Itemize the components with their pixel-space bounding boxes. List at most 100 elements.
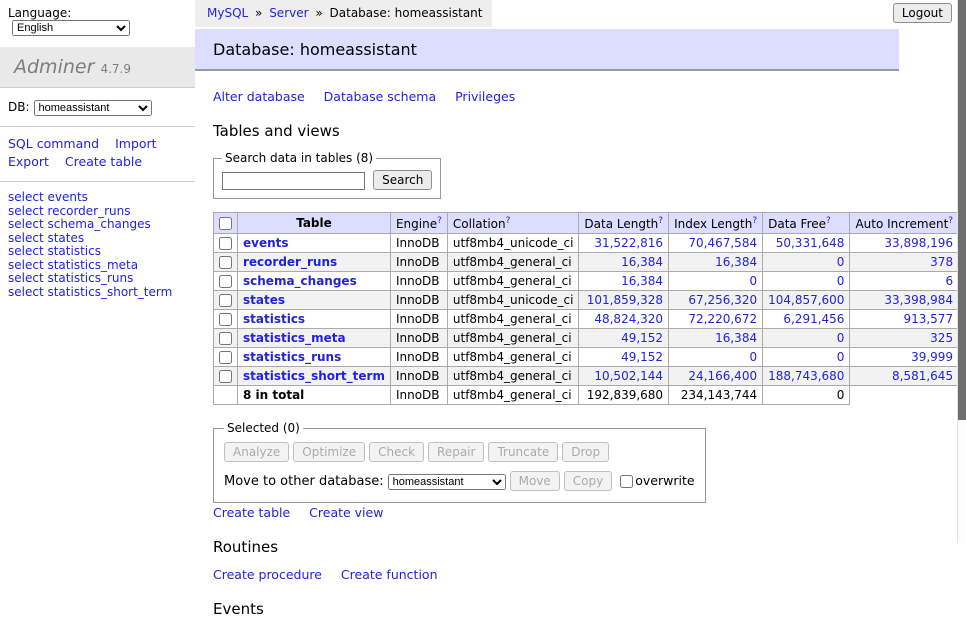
db-link-alter-database[interactable]: Alter database	[213, 89, 305, 104]
repair-button[interactable]: Repair	[428, 442, 484, 462]
value-link[interactable]: 31,522,816	[594, 236, 663, 250]
logout-button[interactable]: Logout	[893, 3, 952, 23]
value-link[interactable]: 378	[930, 255, 953, 269]
value-link[interactable]: 0	[749, 274, 757, 288]
analyze-button[interactable]: Analyze	[224, 442, 289, 462]
overwrite-label[interactable]: overwrite	[635, 473, 694, 488]
table-link-recorder_runs[interactable]: recorder_runs	[243, 255, 337, 269]
help-icon[interactable]: ?	[437, 216, 442, 226]
routine-link-create-procedure[interactable]: Create procedure	[213, 567, 322, 582]
sidebar-item-statistics-meta[interactable]: select statistics_meta	[8, 259, 187, 272]
value-link[interactable]: 101,859,328	[587, 293, 663, 307]
table-link-statistics_meta[interactable]: statistics_meta	[243, 331, 346, 345]
table-link-states[interactable]: states	[243, 293, 285, 307]
value-link[interactable]: 24,166,400	[688, 369, 757, 383]
copy-button[interactable]: Copy	[564, 471, 612, 491]
sidebar-item-statistics-short-term[interactable]: select statistics_short_term	[8, 286, 187, 299]
value-link[interactable]: 0	[837, 255, 845, 269]
help-icon[interactable]: ?	[752, 216, 757, 226]
sidebar-action-sql-command[interactable]: SQL command	[8, 136, 99, 151]
row-checkbox-states[interactable]	[219, 294, 232, 307]
create-link-create-view[interactable]: Create view	[309, 505, 383, 520]
value-link[interactable]: 0	[749, 350, 757, 364]
scrollbar-thumb[interactable]	[958, 0, 966, 420]
truncate-button[interactable]: Truncate	[488, 442, 558, 462]
sidebar-action-import[interactable]: Import	[115, 136, 157, 151]
value-link[interactable]: 16,384	[621, 255, 663, 269]
value-link[interactable]: 6	[945, 274, 953, 288]
move-button[interactable]: Move	[510, 471, 560, 491]
breadcrumb-item-1[interactable]: Server	[269, 6, 308, 20]
value-link[interactable]: 70,467,584	[688, 236, 757, 250]
sidebar-item-states[interactable]: select states	[8, 232, 187, 245]
value-link[interactable]: 16,384	[715, 255, 757, 269]
table-link-events[interactable]: events	[243, 236, 289, 250]
engine-cell: InnoDB	[390, 367, 447, 386]
select-all-checkbox[interactable]	[219, 217, 232, 230]
search-button[interactable]: Search	[373, 170, 432, 190]
value-link[interactable]: 67,256,320	[688, 293, 757, 307]
table-link-statistics_runs[interactable]: statistics_runs	[243, 350, 341, 364]
row-checkbox-statistics_meta[interactable]	[219, 332, 232, 345]
move-db-select[interactable]: homeassistant	[388, 474, 506, 490]
create-link-create-table[interactable]: Create table	[213, 505, 290, 520]
optimize-button[interactable]: Optimize	[293, 442, 365, 462]
sidebar-action-create-table[interactable]: Create table	[65, 154, 142, 169]
sidebar-item-statistics[interactable]: select statistics	[8, 245, 187, 258]
scrollbar[interactable]	[957, 0, 966, 543]
row-checkbox-events[interactable]	[219, 237, 232, 250]
sidebar-item-recorder-runs[interactable]: select recorder_runs	[8, 205, 187, 218]
value-link[interactable]: 8,581,645	[892, 369, 953, 383]
row-checkbox-recorder_runs[interactable]	[219, 256, 232, 269]
value-link[interactable]: 72,220,672	[688, 312, 757, 326]
value-link[interactable]: 188,743,680	[768, 369, 844, 383]
checkbox-cell	[214, 329, 238, 348]
help-icon[interactable]: ?	[658, 216, 663, 226]
table-link-statistics[interactable]: statistics	[243, 312, 305, 326]
overwrite-checkbox[interactable]	[620, 475, 633, 488]
routine-link-create-function[interactable]: Create function	[341, 567, 438, 582]
sidebar-action-export[interactable]: Export	[8, 154, 49, 169]
value-link[interactable]: 0	[837, 274, 845, 288]
sidebar-item-statistics-runs[interactable]: select statistics_runs	[8, 272, 187, 285]
value-link[interactable]: 6,291,456	[783, 312, 844, 326]
value-link[interactable]: 33,898,196	[884, 236, 953, 250]
sidebar-item-schema-changes[interactable]: select schema_changes	[8, 218, 187, 231]
total-data-free-cell: 0	[763, 386, 850, 405]
row-checkbox-statistics[interactable]	[219, 313, 232, 326]
value-link[interactable]: 0	[837, 350, 845, 364]
value-link[interactable]: 10,502,144	[594, 369, 663, 383]
help-icon[interactable]: ?	[948, 216, 953, 226]
language-select[interactable]: English	[12, 20, 130, 36]
sidebar-item-events[interactable]: select events	[8, 191, 187, 204]
db-link-database-schema[interactable]: Database schema	[324, 89, 436, 104]
value-link[interactable]: 16,384	[715, 331, 757, 345]
value-link[interactable]: 913,577	[903, 312, 953, 326]
routines-links: Create procedure Create function	[213, 567, 966, 582]
table-link-schema_changes[interactable]: schema_changes	[243, 274, 357, 288]
value-link[interactable]: 0	[837, 331, 845, 345]
value-link[interactable]: 33,398,984	[884, 293, 953, 307]
breadcrumb-item-0[interactable]: MySQL	[207, 6, 248, 20]
db-select[interactable]: homeassistant	[34, 100, 152, 116]
value-link[interactable]: 104,857,600	[768, 293, 844, 307]
drop-button[interactable]: Drop	[562, 442, 609, 462]
value-link[interactable]: 49,152	[621, 331, 663, 345]
help-icon[interactable]: ?	[506, 216, 511, 226]
value-link[interactable]: 325	[930, 331, 953, 345]
value-link[interactable]: 16,384	[621, 274, 663, 288]
row-checkbox-statistics_short_term[interactable]	[219, 370, 232, 383]
value-link[interactable]: 50,331,648	[776, 236, 845, 250]
data-length-cell: 16,384	[579, 253, 669, 272]
row-checkbox-schema_changes[interactable]	[219, 275, 232, 288]
value-link[interactable]: 49,152	[621, 350, 663, 364]
value-link[interactable]: 48,824,320	[594, 312, 663, 326]
db-link-privileges[interactable]: Privileges	[455, 89, 515, 104]
language-row: Language:English	[0, 0, 195, 40]
table-link-statistics_short_term[interactable]: statistics_short_term	[243, 369, 385, 383]
help-icon[interactable]: ?	[826, 216, 831, 226]
value-link[interactable]: 39,999	[911, 350, 953, 364]
row-checkbox-statistics_runs[interactable]	[219, 351, 232, 364]
check-button[interactable]: Check	[369, 442, 424, 462]
search-input[interactable]	[222, 172, 365, 190]
